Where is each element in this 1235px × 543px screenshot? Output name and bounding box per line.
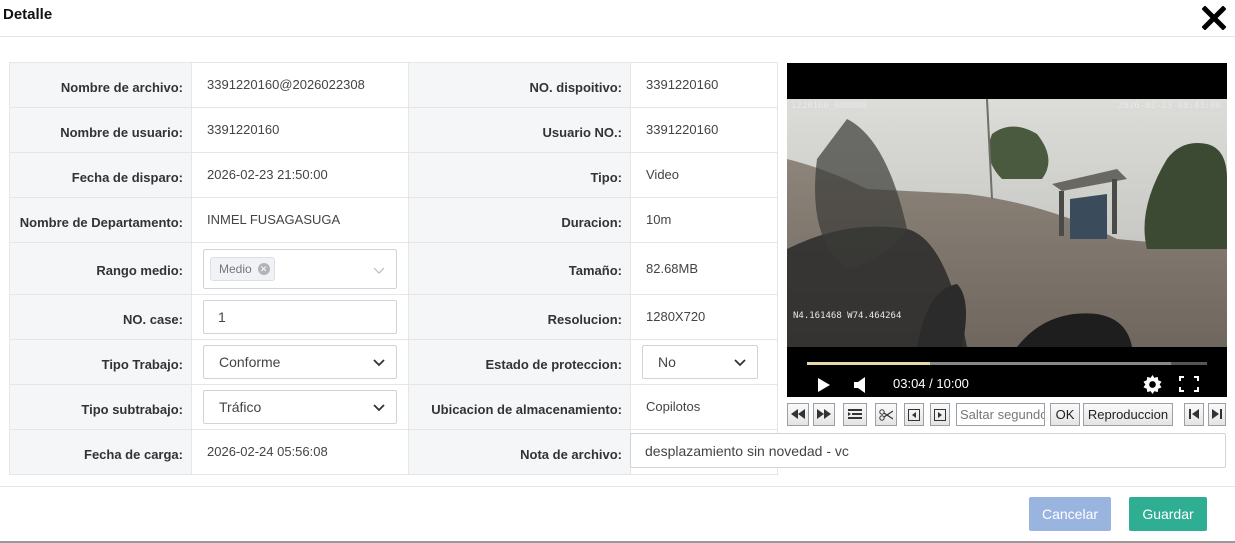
dialog-header: Detalle	[0, 0, 1235, 37]
table-row: Fecha de disparo: 2026-02-23 21:50:00 Ti…	[9, 152, 778, 198]
chevron-down-icon	[373, 267, 385, 274]
osd-timestamp-label: 2026-02-23 08:43:06	[1118, 101, 1221, 111]
scissors-icon	[879, 409, 893, 421]
size-value: 82.68MB	[630, 242, 778, 295]
user-name-value: 3391220160	[191, 107, 409, 153]
chevron-down-icon	[373, 359, 385, 367]
settings-button[interactable]	[1143, 375, 1162, 399]
list-icon	[848, 409, 862, 419]
file-note-field[interactable]	[630, 433, 1226, 468]
gear-icon	[1143, 375, 1162, 394]
fast-forward-icon	[817, 409, 831, 419]
chevron-down-icon	[373, 404, 385, 412]
work-type-select[interactable]: Conforme	[203, 345, 397, 379]
user-name-label: Nombre de usuario:	[9, 107, 192, 153]
dialog-title: Detalle	[3, 6, 53, 23]
ok-button[interactable]: OK	[1050, 403, 1080, 426]
table-row: Rango medio: Medio ✕ Tamaño: 82.68MB	[9, 242, 778, 295]
close-icon	[1201, 5, 1227, 31]
video-frame-image	[787, 99, 1227, 347]
playback-button[interactable]: Reproduccion	[1083, 403, 1173, 426]
video-progress-bar[interactable]	[807, 362, 1207, 365]
playback-toolbar: Saltar segundos OK Reproduccion	[787, 403, 1227, 427]
cancel-button[interactable]: Cancelar	[1029, 497, 1111, 531]
case-no-label: NO. case:	[9, 294, 192, 340]
duration-label: Duracion:	[408, 197, 631, 243]
play-icon	[818, 378, 830, 392]
fullscreen-icon	[1179, 376, 1199, 392]
save-button[interactable]: Guardar	[1129, 497, 1207, 531]
video-time: 03:04 / 10:00	[893, 376, 969, 391]
user-no-label: Usuario NO.:	[408, 107, 631, 153]
chevron-down-icon	[734, 359, 746, 367]
tag-remove-icon[interactable]: ✕	[257, 262, 270, 275]
table-row: NO. case: Resolucion: 1280X720	[9, 294, 778, 340]
close-button[interactable]	[1201, 5, 1227, 31]
detail-table: Nombre de archivo: 3391220160@2026022308…	[9, 62, 778, 475]
table-row: Nombre de usuario: 3391220160 Usuario NO…	[9, 107, 778, 153]
skip-start-button[interactable]	[1184, 403, 1204, 426]
department-label: Nombre de Departamento:	[9, 197, 192, 243]
volume-icon	[854, 377, 865, 393]
footer-divider	[0, 486, 1235, 487]
table-row: Tipo Trabajo: Conforme Estado de protecc…	[9, 339, 778, 385]
work-type-label: Tipo Trabajo:	[9, 339, 192, 385]
resolution-value: 1280X720	[630, 294, 778, 340]
skip-end-icon	[1212, 409, 1222, 419]
media-range-select[interactable]: Medio ✕	[203, 248, 397, 289]
fast-forward-button[interactable]	[813, 403, 835, 426]
type-value: Video	[630, 152, 778, 198]
table-row: Nombre de Departamento: INMEL FUSAGASUGA…	[9, 197, 778, 243]
duration-value: 10m	[630, 197, 778, 243]
media-range-label: Rango medio:	[9, 242, 192, 295]
fullscreen-button[interactable]	[1179, 376, 1199, 397]
next-frame-icon	[934, 409, 946, 421]
file-note-label: Nota de archivo:	[408, 429, 631, 475]
detail-dialog: Detalle Nombre de archivo: 3391220160@20…	[0, 0, 1235, 543]
osd-device-label: 1220160_000000	[791, 101, 867, 111]
skip-start-icon	[1189, 409, 1199, 419]
shot-date-value: 2026-02-23 21:50:00	[191, 152, 409, 198]
type-label: Tipo:	[408, 152, 631, 198]
playlist-button[interactable]	[843, 403, 867, 426]
work-subtype-select[interactable]: Tráfico	[203, 390, 397, 424]
progress-played	[807, 362, 930, 365]
user-no-value: 3391220160	[630, 107, 778, 153]
table-row: Tipo subtrabajo: Tráfico Ubicacion de al…	[9, 384, 778, 430]
upload-date-value: 2026-02-24 05:56:08	[191, 429, 409, 475]
protection-select[interactable]: No	[642, 345, 758, 379]
device-no-label: NO. dispoitivo:	[408, 62, 631, 108]
clip-button[interactable]	[875, 403, 897, 426]
upload-date-label: Fecha de carga:	[9, 429, 192, 475]
table-row: Nombre de archivo: 3391220160@2026022308…	[9, 62, 778, 108]
rewind-button[interactable]	[787, 403, 809, 426]
rewind-icon	[791, 409, 805, 419]
storage-value: Copilotos	[630, 384, 778, 430]
prev-frame-icon	[908, 409, 920, 421]
device-no-value: 3391220160	[630, 62, 778, 108]
department-value: INMEL FUSAGASUGA	[191, 197, 409, 243]
case-no-input[interactable]	[204, 301, 396, 333]
case-no-field[interactable]	[203, 300, 397, 334]
file-note-input[interactable]	[631, 434, 1225, 467]
work-subtype-label: Tipo subtrabajo:	[9, 384, 192, 430]
volume-button[interactable]	[853, 377, 867, 398]
file-name-label: Nombre de archivo:	[9, 62, 192, 108]
prev-frame-button[interactable]	[904, 403, 924, 426]
file-name-value: 3391220160@2026022308	[191, 62, 409, 108]
play-button[interactable]	[817, 377, 831, 398]
protection-label: Estado de proteccion:	[408, 339, 631, 385]
shot-date-label: Fecha de disparo:	[9, 152, 192, 198]
storage-label: Ubicacion de almacenamiento:	[408, 384, 631, 430]
osd-gps-label: N4.161468 W74.464264	[793, 311, 902, 321]
size-label: Tamaño:	[408, 242, 631, 295]
seek-seconds-input[interactable]: Saltar segundos	[956, 403, 1045, 426]
media-range-tag: Medio ✕	[210, 256, 275, 281]
resolution-label: Resolucion:	[408, 294, 631, 340]
next-frame-button[interactable]	[930, 403, 950, 426]
video-frame[interactable]: 1220160_000000 2026-02-23 08:43:06 N4.16…	[787, 99, 1227, 347]
skip-end-button[interactable]	[1208, 403, 1226, 426]
video-player[interactable]: 1220160_000000 2026-02-23 08:43:06 N4.16…	[787, 63, 1227, 397]
